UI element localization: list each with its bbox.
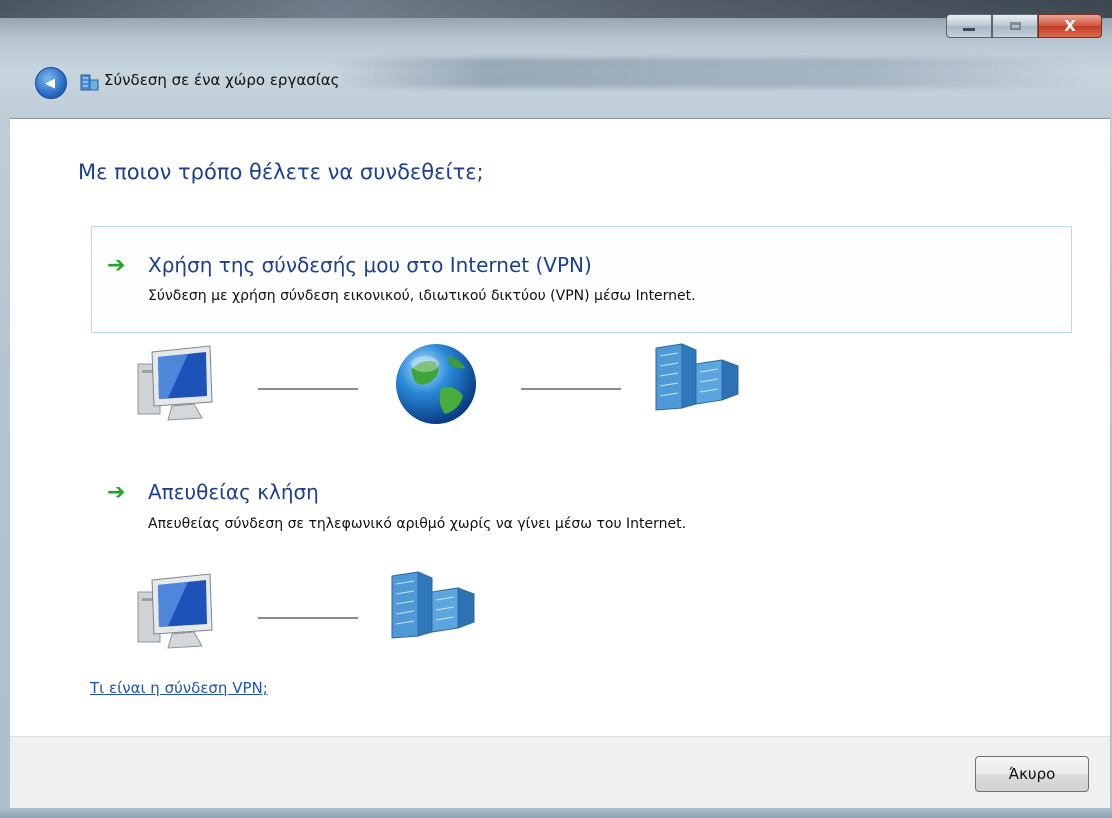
option-vpn-title[interactable]: Χρήση της σύνδεσής μου στο Internet (VPN…: [148, 253, 592, 277]
window-bottom-edge: [0, 808, 1112, 818]
option-vpn-description: Σύνδεση με χρήση σύνδεση εικονικού, ιδιω…: [148, 288, 696, 304]
minimize-button[interactable]: [946, 14, 992, 38]
office-building-icon: [655, 343, 739, 411]
connection-line: [258, 388, 358, 390]
wizard-footer: [10, 736, 1110, 809]
connection-line: [258, 617, 358, 619]
what-is-vpn-link[interactable]: Τι είναι η σύνδεση VPN;: [90, 679, 268, 697]
window-title: Σύνδεση σε ένα χώρο εργασίας: [104, 71, 340, 89]
maximize-icon: [1009, 22, 1021, 30]
page-heading: Με ποιον τρόπο θέλετε να συνδεθείτε;: [78, 160, 484, 184]
close-icon: X: [1064, 17, 1076, 35]
workplace-connection-icon: [80, 74, 99, 91]
option-vpn[interactable]: [91, 226, 1072, 333]
maximize-button[interactable]: [992, 14, 1038, 38]
back-button[interactable]: ◀: [35, 67, 67, 99]
green-arrow-icon: ➔: [107, 253, 126, 278]
close-button[interactable]: X: [1038, 14, 1102, 38]
back-arrow-icon: ◀: [45, 75, 55, 91]
option-dialup-title[interactable]: Απευθείας κλήση: [148, 480, 319, 504]
connection-line: [521, 388, 621, 390]
caption-buttons: X: [946, 14, 1102, 38]
minimize-icon: [963, 27, 975, 31]
option-dialup-description: Απευθείας σύνδεση σε τηλεφωνικό αριθμό χ…: [148, 516, 687, 532]
background-blurred-window: [330, 58, 1090, 88]
globe-icon: [396, 344, 476, 424]
computer-icon: [137, 345, 213, 421]
office-building-icon: [391, 571, 475, 639]
green-arrow-icon: ➔: [107, 480, 126, 505]
cancel-button[interactable]: Άκυρο: [975, 756, 1089, 792]
computer-icon: [137, 573, 213, 649]
